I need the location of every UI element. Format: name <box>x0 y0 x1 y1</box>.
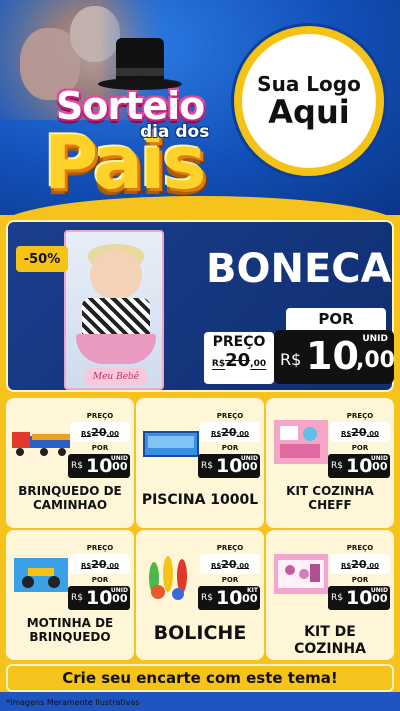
new-dec: ,00 <box>238 460 258 473</box>
logo-placeholder[interactable]: Sua Logo Aqui <box>234 26 384 176</box>
product-name: KIT DE COZINHA <box>294 624 366 657</box>
hero-preco-label: PREÇO <box>212 334 266 350</box>
new-price: UNID R$ 10 ,00 <box>328 454 390 478</box>
new-price: UNID R$ 10 ,00 <box>68 454 130 478</box>
new-dec: ,00 <box>238 592 258 605</box>
kitchen-kit-image <box>270 412 332 470</box>
discount-badge: -50% <box>16 246 68 272</box>
kitchen-set-image <box>270 544 332 602</box>
new-price: UNID R$ 10 ,00 <box>198 454 260 478</box>
hero-por-label: POR <box>286 308 386 330</box>
por-label: POR <box>91 444 109 452</box>
motorbike-toy-image <box>10 544 72 602</box>
old-price: PREÇO R$20,00 <box>330 544 390 574</box>
new-price: UNID R$ 10 ,00 <box>328 586 390 610</box>
hero-old-int: 20 <box>225 350 251 371</box>
old-dec: ,00 <box>366 562 379 570</box>
new-currency: R$ <box>71 461 83 471</box>
preco-label: PREÇO <box>216 544 244 552</box>
por-label: POR <box>91 576 109 584</box>
product-card[interactable]: PREÇO R$20,00 POR UNID R$ 10 ,00 KIT COZ… <box>266 398 394 528</box>
doll-box-label: Meu Bebê <box>84 368 148 386</box>
old-price: PREÇO R$20,00 <box>200 544 260 574</box>
truck-toy-image <box>10 412 72 470</box>
new-price: UNID R$ 10 ,00 <box>68 586 130 610</box>
product-card[interactable]: PREÇO R$20,00 POR UNID R$ 10 ,00 KIT DE … <box>266 530 394 660</box>
old-currency: R$ <box>341 562 352 570</box>
bowling-pins-image <box>140 544 202 602</box>
logo-line2: Aqui <box>268 93 350 132</box>
preco-label: PREÇO <box>346 544 374 552</box>
preco-label: PREÇO <box>346 412 374 420</box>
product-card[interactable]: PREÇO R$20,00 POR KIT R$ 10 ,00 BOLICHE <box>136 530 264 660</box>
old-int: 20 <box>351 558 367 571</box>
new-dec: ,00 <box>108 592 128 605</box>
new-currency: R$ <box>331 461 343 471</box>
old-currency: R$ <box>341 430 352 438</box>
old-int: 20 <box>221 558 237 571</box>
product-card[interactable]: PREÇO R$20,00 POR UNID R$ 10 ,00 MOTINHA… <box>6 530 134 660</box>
old-dec: ,00 <box>106 430 119 438</box>
new-dec: ,00 <box>108 460 128 473</box>
por-label: POR <box>221 576 239 584</box>
cta-banner[interactable]: Crie seu encarte com este tema! <box>6 664 394 692</box>
por-label: POR <box>351 576 369 584</box>
product-card[interactable]: PREÇO R$20,00 POR UNID R$ 10 ,00 PISCINA… <box>136 398 264 528</box>
hero-new-price: UNID R$ 10 ,00 <box>274 330 395 384</box>
old-dec: ,00 <box>366 430 379 438</box>
product-name: BRINQUEDO DE CAMINHAO <box>18 484 122 513</box>
new-currency: R$ <box>201 461 213 471</box>
hero-product-card[interactable]: Meu Bebê -50% BONECA POR PREÇO R$20,00 U… <box>6 220 395 392</box>
product-name: PISCINA 1000L <box>141 492 259 508</box>
old-int: 20 <box>91 426 107 439</box>
old-int: 20 <box>91 558 107 571</box>
old-int: 20 <box>221 426 237 439</box>
old-int: 20 <box>351 426 367 439</box>
old-price: PREÇO R$20,00 <box>330 412 390 442</box>
old-currency: R$ <box>81 430 92 438</box>
old-price: PREÇO R$20,00 <box>70 544 130 574</box>
product-card[interactable]: PREÇO R$20,00 POR UNID R$ 10 ,00 BRINQUE… <box>6 398 134 528</box>
hero-old-currency: R$ <box>211 359 226 369</box>
hero-product-name: BONECA <box>206 246 392 292</box>
hero-new-dec: ,00 <box>356 348 395 373</box>
preco-label: PREÇO <box>86 544 114 552</box>
old-currency: R$ <box>211 430 222 438</box>
product-name: MOTINHA DE BRINQUEDO <box>26 616 114 645</box>
new-price: KIT R$ 10 ,00 <box>198 586 260 610</box>
title-dia-dos: dia dos <box>140 122 210 142</box>
hero-new-int: 10 <box>306 334 359 378</box>
new-dec: ,00 <box>368 460 388 473</box>
preco-label: PREÇO <box>216 412 244 420</box>
doll-box-image: Meu Bebê <box>64 230 164 390</box>
preco-label: PREÇO <box>86 412 114 420</box>
old-dec: ,00 <box>236 430 249 438</box>
old-price: PREÇO R$20,00 <box>70 412 130 442</box>
por-label: POR <box>221 444 239 452</box>
hero-new-currency: R$ <box>280 350 302 369</box>
hero-old-price: PREÇO R$20,00 <box>204 332 274 384</box>
product-name: KIT COZINHA CHEFF <box>286 484 374 513</box>
new-dec: ,00 <box>368 592 388 605</box>
disclaimer: *Imagens Meramente Ilustrativas <box>6 698 140 707</box>
por-label: POR <box>351 444 369 452</box>
hero-old-dec: ,00 <box>250 359 267 369</box>
new-currency: R$ <box>201 593 213 603</box>
pool-image <box>140 412 202 470</box>
old-dec: ,00 <box>236 562 249 570</box>
old-price: PREÇO R$20,00 <box>200 412 260 442</box>
old-dec: ,00 <box>106 562 119 570</box>
new-currency: R$ <box>71 593 83 603</box>
old-currency: R$ <box>211 562 222 570</box>
header-banner: Sorteio Pais dia dos Sua Logo Aqui <box>0 0 400 215</box>
new-currency: R$ <box>331 593 343 603</box>
product-name: BOLICHE <box>153 622 247 644</box>
old-currency: R$ <box>81 562 92 570</box>
hero-unit: UNID <box>362 334 388 344</box>
